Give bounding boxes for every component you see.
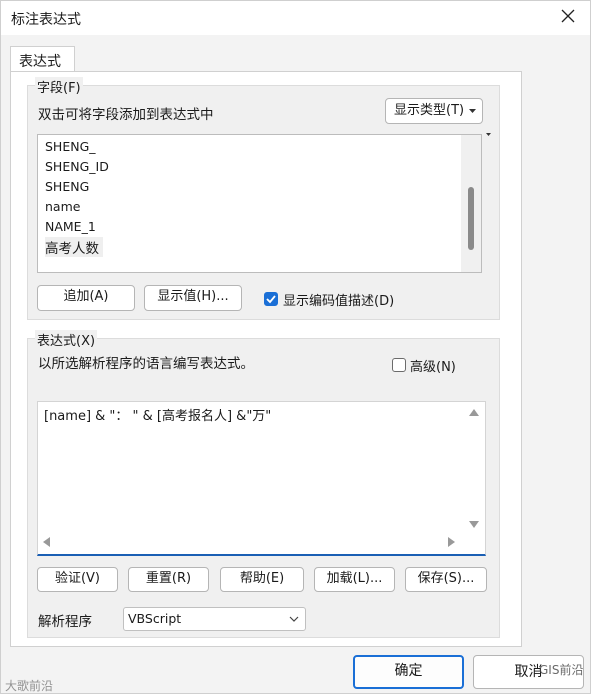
- list-item[interactable]: SHENG_ID: [45, 159, 109, 174]
- expression-text[interactable]: [name] & "： " & [高考报名人] &"万": [44, 405, 271, 424]
- fields-scrollbar[interactable]: [461, 135, 481, 272]
- fields-instruction: 双击可将字段添加到表达式中: [38, 107, 214, 123]
- show-type-button[interactable]: 显示类型(T): [385, 98, 483, 124]
- advanced-checkbox[interactable]: [392, 358, 406, 372]
- dropdown-arrow-icon: [469, 109, 476, 113]
- fields-list[interactable]: SHENG_ SHENG_ID SHENG name NAME_1 高考人数: [37, 134, 482, 273]
- dialog-window: 标注表达式 表达式 字段(F) 双击可将字段添加到表达式中 显示类型(T) SH…: [0, 0, 591, 694]
- close-button[interactable]: [554, 5, 582, 31]
- tab-expression[interactable]: 表达式: [10, 46, 75, 72]
- save-button[interactable]: 保存(S)...: [405, 567, 487, 592]
- scroll-left-icon[interactable]: [43, 537, 50, 547]
- load-button[interactable]: 加载(L)...: [314, 567, 395, 592]
- watermark-left: 大歌前沿: [5, 679, 54, 693]
- show-coded-desc-label[interactable]: 显示编码值描述(D): [283, 290, 394, 309]
- window-title: 标注表达式: [11, 12, 81, 28]
- advanced-label[interactable]: 高级(N): [410, 356, 456, 375]
- verify-button[interactable]: 验证(V): [37, 567, 118, 592]
- reset-button[interactable]: 重置(R): [128, 567, 209, 592]
- parser-select[interactable]: VBScript: [123, 607, 306, 631]
- title-bar: 标注表达式: [1, 1, 590, 35]
- list-item[interactable]: SHENG: [45, 179, 89, 194]
- show-coded-desc-checkbox[interactable]: [264, 292, 278, 306]
- fields-scrollbar-thumb[interactable]: [468, 187, 474, 250]
- chevron-down-icon: [289, 616, 299, 622]
- show-values-button[interactable]: 显示值(H)...: [144, 285, 242, 311]
- expression-instruction: 以所选解析程序的语言编写表达式。: [38, 356, 254, 372]
- add-button[interactable]: 追加(A): [37, 285, 135, 311]
- ok-button[interactable]: 确定: [353, 655, 464, 689]
- fields-group-title: 字段(F): [35, 77, 83, 96]
- close-icon: [561, 9, 575, 23]
- list-item[interactable]: name: [45, 199, 80, 214]
- help-button[interactable]: 帮助(E): [220, 567, 304, 592]
- check-icon: [266, 295, 276, 304]
- scroll-right-icon[interactable]: [448, 537, 455, 547]
- scroll-down-icon[interactable]: [469, 521, 479, 528]
- parser-label: 解析程序: [38, 614, 92, 630]
- expression-editor[interactable]: [name] & "： " & [高考报名人] &"万": [37, 401, 486, 556]
- watermark-right: GIS前沿: [539, 663, 584, 677]
- scroll-up-icon[interactable]: [469, 409, 479, 416]
- list-item[interactable]: NAME_1: [45, 219, 96, 234]
- list-item[interactable]: SHENG_: [45, 139, 96, 154]
- show-type-label: 显示类型(T): [394, 103, 465, 118]
- expression-group-title: 表达式(X): [35, 330, 98, 349]
- parser-select-value: VBScript: [128, 611, 182, 626]
- small-arrow-icon: [486, 133, 491, 136]
- list-item-selected[interactable]: 高考人数: [45, 237, 103, 257]
